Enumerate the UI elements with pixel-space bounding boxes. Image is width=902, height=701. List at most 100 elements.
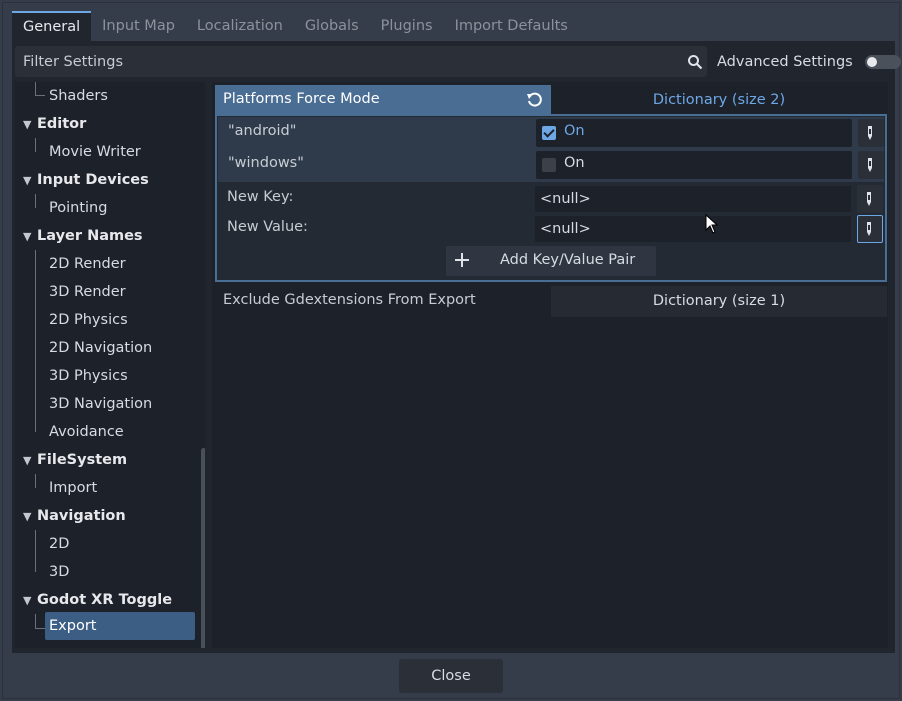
tree-item-3d-physics[interactable]: 3D Physics	[49, 362, 128, 390]
chevron-down-icon[interactable]: ▼	[23, 587, 37, 615]
tree-category-editor[interactable]: ▼ Editor	[23, 110, 86, 138]
revert-icon[interactable]	[526, 92, 542, 108]
entry-edit-button[interactable]	[858, 119, 884, 147]
chevron-down-icon[interactable]: ▼	[23, 503, 37, 531]
tree-item-label: Shaders	[49, 88, 108, 104]
tree-item-label: Movie Writer	[49, 144, 141, 160]
general-panel: Advanced Settings Shaders ▼Editor Movie …	[12, 41, 901, 653]
property-label: Platforms Force Mode	[223, 91, 380, 107]
checkbox-checked-icon[interactable]	[542, 126, 556, 140]
tree-item-3d[interactable]: 3D	[49, 558, 69, 586]
add-key-value-pair-button[interactable]: Add Key/Value Pair	[446, 246, 656, 276]
tree-guide	[35, 530, 36, 572]
tree-item-label: 3D Navigation	[49, 396, 153, 412]
pencil-icon	[868, 158, 872, 172]
tree-item-label: Avoidance	[49, 424, 124, 440]
plus-icon	[455, 253, 469, 267]
filter-settings-field[interactable]	[15, 46, 707, 77]
tree-item-3d-render[interactable]: 3D Render	[49, 278, 126, 306]
new-value-edit-button[interactable]	[857, 215, 883, 243]
tree-item-label: Import	[49, 480, 98, 496]
pencil-icon	[868, 126, 872, 140]
tree-item-label: 2D Render	[49, 256, 126, 272]
tree-item-movie-writer[interactable]: Movie Writer	[49, 138, 141, 166]
pencil-icon	[867, 222, 871, 236]
checkbox-label: On	[564, 155, 585, 171]
tree-item-2d-physics[interactable]: 2D Physics	[49, 306, 128, 334]
tab-general[interactable]: General	[12, 11, 92, 41]
tree-scrollbar[interactable]	[201, 448, 205, 648]
new-value-field[interactable]: <null>	[535, 216, 851, 242]
tab-localization[interactable]: Localization	[186, 11, 294, 41]
entry-value-checkbox[interactable]: On	[536, 119, 852, 147]
chevron-down-icon[interactable]: ▼	[23, 447, 37, 475]
tree-category-input-devices[interactable]: ▼ Input Devices	[23, 166, 149, 194]
property-label-exclude-gdextensions: Exclude Gdextensions From Export	[223, 292, 476, 308]
project-settings-window: General Input Map Localization Globals P…	[2, 2, 901, 699]
tree-item-label: Input Devices	[37, 172, 149, 188]
new-key-edit-button[interactable]	[857, 185, 883, 213]
tree-item-label: FileSystem	[37, 452, 128, 468]
tree-item-shaders[interactable]: Shaders	[49, 82, 108, 110]
tree-item-avoidance[interactable]: Avoidance	[49, 418, 124, 446]
tree-item-import[interactable]: Import	[49, 474, 97, 502]
entry-value-checkbox[interactable]: On	[536, 151, 852, 179]
dictionary-entry: "windows" On	[218, 149, 884, 181]
tree-item-2d-render[interactable]: 2D Render	[49, 250, 126, 278]
close-button[interactable]: Close	[399, 659, 503, 693]
tree-item-export[interactable]: Export	[45, 612, 195, 640]
tree-item-label: Godot XR Toggle	[37, 592, 173, 608]
tree-guide	[35, 614, 36, 629]
tree-item-label: 2D	[49, 536, 70, 552]
checkbox-label: On	[564, 123, 585, 139]
tree-item-3d-navigation[interactable]: 3D Navigation	[49, 390, 152, 418]
property-platforms-force-mode[interactable]: Platforms Force Mode	[215, 85, 551, 116]
tab-import-defaults[interactable]: Import Defaults	[444, 11, 579, 41]
tab-plugins[interactable]: Plugins	[370, 11, 444, 41]
tree-item-label: 3D Render	[49, 284, 126, 300]
chevron-down-icon[interactable]: ▼	[23, 223, 37, 251]
chevron-down-icon[interactable]: ▼	[23, 111, 37, 139]
tree-item-2d-navigation[interactable]: 2D Navigation	[49, 334, 152, 362]
exclude-gdextensions-dictionary-button[interactable]: Dictionary (size 1)	[551, 286, 887, 317]
settings-tree: Shaders ▼ Editor Movie Writer ▼ Input Devi…	[15, 82, 205, 648]
tree-item-label: 3D Physics	[49, 368, 128, 384]
tree-item-label: Export	[49, 618, 97, 634]
advanced-settings[interactable]: Advanced Settings	[717, 46, 901, 77]
tab-globals[interactable]: Globals	[294, 11, 370, 41]
tab-input-map[interactable]: Input Map	[91, 11, 186, 41]
new-key-label: New Key:	[227, 189, 294, 205]
entry-key: "windows"	[228, 155, 304, 171]
tree-guide	[35, 95, 45, 96]
entry-key: "android"	[228, 123, 297, 139]
tree-guide	[35, 194, 36, 208]
checkbox-unchecked-icon[interactable]	[542, 158, 556, 172]
tree-item-label: 3D	[49, 564, 70, 580]
new-key-field[interactable]: <null>	[535, 186, 851, 212]
inspector-panel: Platforms Force Mode Dictionary (size 2)…	[212, 82, 888, 648]
tab-bar: General Input Map Localization Globals P…	[12, 11, 579, 41]
tree-item-label: Navigation	[37, 508, 126, 524]
tree-guide	[35, 82, 36, 96]
filter-settings-input[interactable]	[15, 46, 675, 77]
tree-category-godot-xr-toggle[interactable]: ▼ Godot XR Toggle	[23, 586, 172, 614]
new-value-label: New Value:	[227, 219, 308, 235]
tree-category-layer-names[interactable]: ▼ Layer Names	[23, 222, 143, 250]
tree-category-filesystem[interactable]: ▼ FileSystem	[23, 446, 127, 474]
tree-item-label: 2D Physics	[49, 312, 128, 328]
search-icon[interactable]	[687, 54, 703, 70]
dictionary-entries: "android" On "windows" On	[218, 117, 884, 182]
tree-guide	[35, 474, 36, 488]
tree-category-navigation[interactable]: ▼ Navigation	[23, 502, 126, 530]
advanced-settings-toggle[interactable]	[864, 54, 901, 69]
dictionary-editor: "android" On "windows" On New Key: <null…	[215, 114, 887, 282]
tree-item-2d[interactable]: 2D	[49, 530, 69, 558]
tree-guide	[35, 250, 36, 432]
entry-edit-button[interactable]	[858, 151, 884, 179]
chevron-down-icon[interactable]: ▼	[23, 167, 37, 195]
advanced-settings-label: Advanced Settings	[717, 53, 853, 70]
dictionary-toggle-button[interactable]: Dictionary (size 2)	[551, 85, 887, 116]
tree-item-pointing[interactable]: Pointing	[49, 194, 107, 222]
tree-guide	[35, 138, 36, 152]
mouse-cursor-icon	[705, 214, 719, 234]
